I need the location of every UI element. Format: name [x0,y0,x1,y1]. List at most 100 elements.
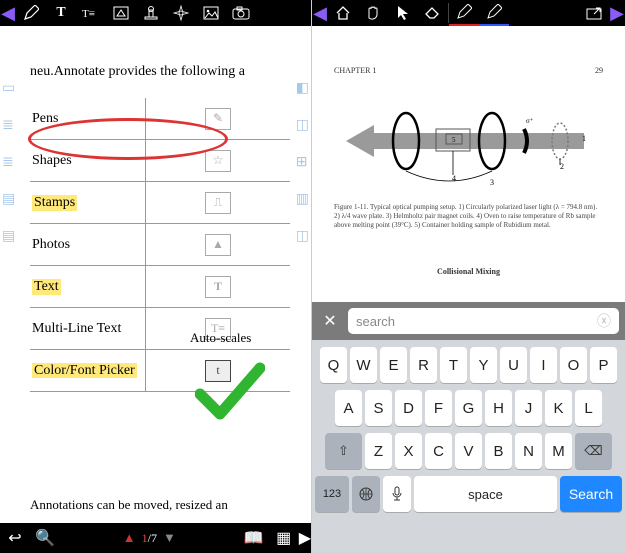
key-k[interactable]: K [545,390,572,426]
red-pencil-icon[interactable] [449,0,479,26]
home-icon[interactable] [328,0,358,26]
thumbnails-icon[interactable]: ▦ [269,523,299,553]
key-mic[interactable] [383,476,411,512]
key-s[interactable]: S [365,390,392,426]
page-number: 29 [595,66,603,75]
blue-pencil-icon[interactable] [479,0,509,26]
pencil-icon: ✎ [205,108,231,130]
key-e[interactable]: E [380,347,407,383]
key-x[interactable]: X [395,433,422,469]
clear-search-icon[interactable]: ⓧ [597,311,611,331]
row-label: Pens [32,111,58,127]
globe-icon [358,486,374,502]
share-icon[interactable] [579,0,609,26]
shape-tool-icon[interactable] [106,0,136,26]
right-screenshot: ◀ ▶ CHAPTER 1 29 5 σ⁺ 1 [312,0,625,553]
key-l[interactable]: L [575,390,602,426]
key-v[interactable]: V [455,433,482,469]
key-a[interactable]: A [335,390,362,426]
svg-text:3: 3 [490,178,494,187]
key-t[interactable]: T [440,347,467,383]
key-shift[interactable]: ⇧ [325,433,362,469]
key-search[interactable]: Search [560,476,622,512]
left-screenshot: ◀ T T≡ ▭≣≣▤▤ ◧◫⊞▥◫ neu.Annotate provides… [0,0,312,553]
stamp-tool-icon[interactable] [136,0,166,26]
chapter-label: CHAPTER 1 [334,66,376,75]
search-bar: ✕ search ⓧ [312,302,625,340]
chevron-left-icon[interactable]: ◀ [312,0,328,26]
svg-text:2: 2 [560,162,564,171]
svg-text:T≡: T≡ [82,8,95,20]
multiline-text-icon[interactable]: T≡ [76,0,106,26]
pointer-icon[interactable] [388,0,418,26]
key-i[interactable]: I [530,347,557,383]
bookmarks-icon[interactable]: 📖 [239,523,269,553]
eraser-icon[interactable] [418,0,448,26]
search-placeholder: search [356,314,395,329]
key-b[interactable]: B [485,433,512,469]
key-u[interactable]: U [500,347,527,383]
close-search-icon[interactable]: ✕ [318,309,342,333]
key-z[interactable]: Z [365,433,392,469]
key-c[interactable]: C [425,433,452,469]
key-h[interactable]: H [485,390,512,426]
key-d[interactable]: D [395,390,422,426]
svg-text:1: 1 [582,134,586,143]
row-label: Text [32,279,61,295]
star-box-icon: ☆ [205,150,231,172]
text-tool-icon[interactable]: T [46,0,76,26]
tool-table: Pens✎ Shapes☆ Stamps⎍ Photos▲ TextT Mult… [30,98,290,392]
pan-hand-icon[interactable] [358,0,388,26]
key-r[interactable]: R [410,347,437,383]
image-icon: ▲ [205,234,231,256]
left-margin-icons: ▭≣≣▤▤ [2,80,15,245]
chevron-right-icon[interactable]: ▶ [609,0,625,26]
back-icon[interactable]: ↩ [0,523,30,553]
row-label: Multi-Line Text [32,321,121,336]
page-up-icon[interactable]: ▲ [121,530,138,546]
key-space[interactable]: space [414,476,557,512]
mic-icon [391,486,403,502]
key-q[interactable]: Q [320,347,347,383]
page-down-icon[interactable]: ▼ [161,530,178,546]
key-w[interactable]: W [350,347,377,383]
top-toolbar-left: ◀ T T≡ [0,0,311,26]
key-n[interactable]: N [515,433,542,469]
figure-caption: Figure 1-11. Typical optical pumping set… [334,203,603,229]
key-o[interactable]: O [560,347,587,383]
image-tool-icon[interactable] [196,0,226,26]
svg-text:5: 5 [452,136,456,144]
autoscale-label: Auto-scales [190,330,251,346]
ios-keyboard: Q W E R T Y U I O P A S D F G H J K L ⇧ … [312,340,625,553]
key-y[interactable]: Y [470,347,497,383]
key-p[interactable]: P [590,347,617,383]
chevron-right-icon[interactable]: ▶ [299,528,311,548]
page-indicator: 1/7 [138,531,161,546]
key-backspace[interactable]: ⌫ [575,433,612,469]
svg-text:4: 4 [452,174,456,183]
intro-text: neu.Annotate provides the following a [30,64,305,80]
chevron-left-icon[interactable]: ◀ [0,0,16,26]
row-label: Shapes [32,153,72,169]
right-document: CHAPTER 1 29 5 σ⁺ 1 2 3 4 [312,26,625,292]
row-label: Photos [32,237,70,253]
camera-tool-icon[interactable] [226,0,256,26]
pen-tool-icon[interactable] [16,0,46,26]
search-input[interactable]: search ⓧ [348,308,619,334]
left-document: neu.Annotate provides the following a Pe… [0,26,311,392]
collisional-heading: Collisional Mixing [334,267,603,276]
compass-icon[interactable] [166,0,196,26]
physics-diagram: 5 σ⁺ 1 2 3 4 [334,85,603,195]
key-numbers[interactable]: 123 [315,476,349,512]
text-t-icon: T [205,276,231,298]
row-label: Stamps [32,195,77,211]
key-m[interactable]: M [545,433,572,469]
right-margin-icons: ◧◫⊞▥◫ [296,80,309,245]
key-globe[interactable] [352,476,380,512]
green-check-annotation [195,362,265,422]
key-f[interactable]: F [425,390,452,426]
key-j[interactable]: J [515,390,542,426]
search-icon[interactable]: 🔍 [30,523,60,553]
key-g[interactable]: G [455,390,482,426]
footer-text: Annotations can be moved, resized an [30,497,228,513]
